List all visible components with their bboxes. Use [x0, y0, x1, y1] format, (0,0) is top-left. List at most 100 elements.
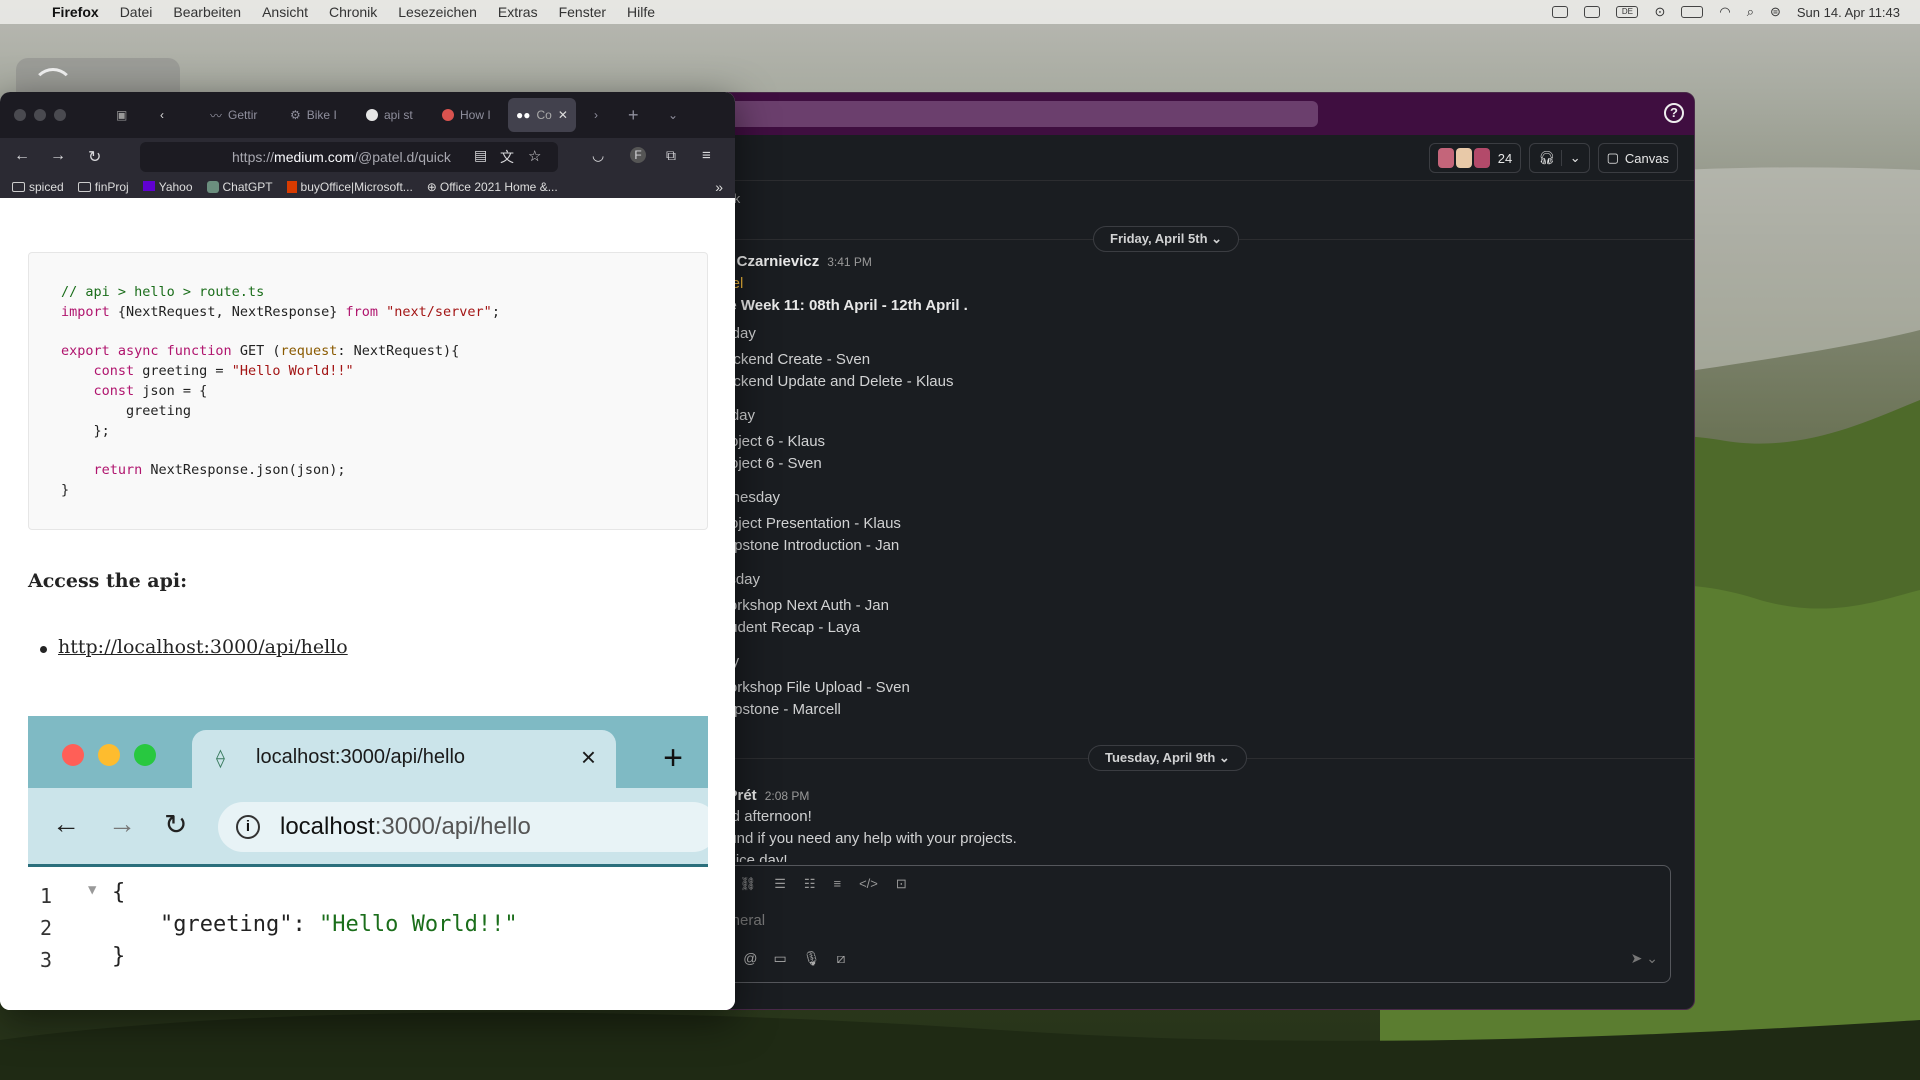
bookmark-finproj[interactable]: finProj: [77, 180, 129, 194]
menu-bearbeiten[interactable]: Bearbeiten: [173, 4, 241, 20]
close-tab-icon[interactable]: ✕: [558, 108, 568, 122]
forward-icon[interactable]: →: [50, 147, 66, 165]
send-button[interactable]: ➤ ⌄: [1631, 950, 1658, 967]
translate-icon[interactable]: 文: [500, 147, 514, 167]
tab-label: Gettir: [228, 108, 258, 122]
mention-icon[interactable]: @: [743, 950, 757, 967]
message-time[interactable]: 2:08 PM: [765, 789, 810, 803]
menu-icon[interactable]: ≡: [702, 147, 711, 164]
menu-chronik[interactable]: Chronik: [329, 4, 377, 20]
menubar-clock[interactable]: Sun 14. Apr 11:43: [1797, 5, 1900, 20]
message-line: Backend Update and Delete - Klaus: [715, 373, 954, 390]
bookmark-chatgpt[interactable]: ChatGPT: [206, 180, 273, 194]
header-actions: 24 🎧︎ ⌄ ▢ Canvas: [1428, 143, 1678, 173]
article-screenshot: ⟠ localhost:3000/api/hello × + ← → ↻ i l…: [28, 716, 708, 1010]
bookmark-office2021[interactable]: ⊕ Office 2021 Home &...: [427, 180, 558, 194]
screenshot-omnibox: i localhost:3000/api/hello: [218, 802, 708, 852]
screenshot-reload-icon: ↻: [164, 809, 188, 840]
date-divider-friday[interactable]: Friday, April 5th ⌄: [1093, 226, 1240, 252]
bookmark-label: Office 2021 Home &...: [439, 180, 558, 194]
tab-favicon-icon: 〰: [210, 108, 223, 123]
line-number: 2: [40, 916, 53, 940]
back-icon[interactable]: ←: [14, 147, 30, 165]
menu-datei[interactable]: Datei: [120, 4, 153, 20]
menu-app-name[interactable]: Firefox: [52, 4, 99, 20]
link-icon[interactable]: ⛓: [740, 876, 757, 892]
json-key: "greeting": [160, 912, 293, 937]
battery-icon[interactable]: [1681, 6, 1704, 18]
microphone-icon[interactable]: 🎙︎: [803, 950, 821, 967]
code-icon[interactable]: </>: [859, 876, 878, 892]
message-line: Student Recap - Laya: [715, 619, 861, 636]
search-icon[interactable]: ⌕: [1747, 4, 1754, 20]
menu-fenster[interactable]: Fenster: [559, 4, 606, 20]
bookmark-buyoffice[interactable]: buyOffice|Microsoft...: [286, 180, 413, 194]
message-composer[interactable]: S ⛓ ☰ ☷ ≡ </> ⊡ general ☺ @ ▭ 🎙︎ ⧄ ➤ ⌄: [713, 865, 1671, 983]
message-header: na Czarnievicz 3:41 PM: [715, 253, 872, 270]
yahoo-icon: [142, 181, 155, 191]
display-icon[interactable]: [1552, 6, 1569, 18]
slack-search-bar[interactable]: [713, 101, 1318, 127]
help-icon[interactable]: ?: [1664, 103, 1684, 123]
bulleted-list-icon[interactable]: ☷: [804, 876, 816, 892]
wifi-icon[interactable]: ◠: [1719, 4, 1730, 20]
ordered-list-icon[interactable]: ☰: [774, 876, 786, 892]
new-tab-icon[interactable]: +: [628, 98, 639, 132]
api-link[interactable]: http://localhost:3000/api/hello: [58, 636, 348, 658]
menu-lesezeichen[interactable]: Lesezeichen: [398, 4, 477, 20]
screenshot-info-icon: i: [236, 815, 260, 839]
list-all-tabs-icon[interactable]: ⌄: [668, 98, 678, 132]
bookmark-label: Yahoo: [158, 180, 193, 194]
reload-icon[interactable]: ↻: [88, 147, 101, 167]
date-divider-tuesday[interactable]: Tuesday, April 9th ⌄: [1088, 745, 1247, 771]
tab-2[interactable]: ⚙ Bike I: [290, 98, 337, 132]
url-bar[interactable]: https://medium.com/@patel.d/quick: [140, 142, 558, 172]
tab-5-active[interactable]: ●● Co ✕: [508, 98, 576, 132]
menu-extras[interactable]: Extras: [498, 4, 538, 20]
screenshot-host: localhost: [280, 813, 375, 840]
more-bookmarks-icon[interactable]: »: [715, 179, 723, 195]
avatar: [1437, 148, 1454, 168]
tab-favicon-icon: ⚙: [290, 108, 301, 122]
video-icon[interactable]: ▭: [774, 950, 787, 967]
accessibility-icon[interactable]: ⊙: [1654, 4, 1665, 20]
canvas-button[interactable]: ▢ Canvas: [1597, 143, 1678, 173]
bookmark-yahoo[interactable]: Yahoo: [142, 180, 193, 194]
slash-command-icon[interactable]: ⧄: [837, 950, 846, 967]
code-keyword: from: [345, 303, 378, 320]
menu-hilfe[interactable]: Hilfe: [627, 4, 655, 20]
screenshot-back-icon: ←: [52, 808, 80, 839]
minimize-window-button[interactable]: [34, 109, 46, 121]
folder-icon: [77, 182, 91, 192]
reader-view-icon[interactable]: ▤: [474, 147, 487, 164]
tab-overview-icon[interactable]: ▣: [116, 98, 127, 132]
chevron-down-icon[interactable]: ⌄: [1560, 150, 1581, 166]
close-window-button[interactable]: [14, 109, 26, 121]
menu-ansicht[interactable]: Ansicht: [262, 4, 308, 20]
list-bullet: [40, 646, 47, 653]
tab-4[interactable]: How I: [442, 98, 491, 132]
members-button[interactable]: 24: [1428, 143, 1522, 173]
account-icon[interactable]: F: [630, 147, 646, 163]
blockquote-icon[interactable]: ≡: [834, 876, 842, 892]
slack-top-bar: ?: [713, 93, 1694, 135]
tab-1[interactable]: 〰 Gettir: [210, 98, 257, 132]
canvas-label: Canvas: [1624, 150, 1669, 166]
message-time[interactable]: 3:41 PM: [827, 255, 872, 269]
tab-scroll-right-icon[interactable]: ›: [594, 98, 598, 132]
bookmark-spiced[interactable]: spiced: [12, 180, 64, 194]
tab-scroll-left-icon[interactable]: ‹: [160, 98, 164, 132]
bookmark-star-icon[interactable]: ☆: [528, 147, 541, 165]
tab-label: Bike I: [306, 108, 337, 122]
pocket-icon[interactable]: ◡: [592, 147, 604, 164]
huddle-button[interactable]: 🎧︎ ⌄: [1529, 143, 1590, 173]
extensions-icon[interactable]: ⧉: [666, 147, 676, 164]
zoom-window-button[interactable]: [54, 109, 66, 121]
tab-bar: ▣ ‹ 〰 Gettir ⚙ Bike I api st How I ●● Co ✕ ›…: [0, 92, 735, 138]
code-string: "Hello World!!": [231, 363, 354, 380]
control-center-icon[interactable]: ⊜: [1770, 4, 1781, 20]
keyboard-layout-indicator[interactable]: DE: [1616, 6, 1639, 18]
code-block-icon[interactable]: ⊡: [896, 876, 907, 892]
tab-3[interactable]: api st: [366, 98, 413, 132]
window-icon[interactable]: [1584, 6, 1601, 18]
